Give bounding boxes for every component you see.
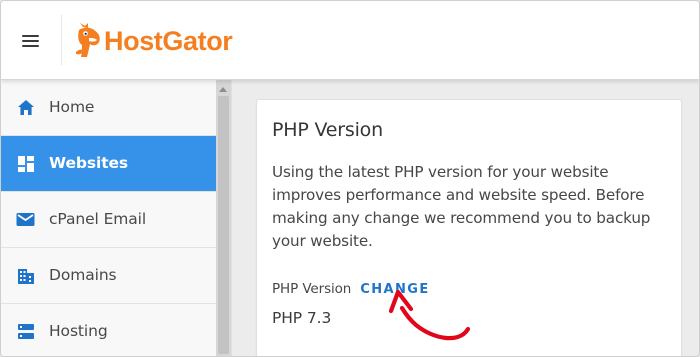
sidebar-item-label: Websites [49, 153, 129, 172]
hamburger-line [22, 35, 39, 37]
hamburger-menu-button[interactable] [19, 28, 47, 52]
php-version-card: PHP Version Using the latest PHP version… [256, 99, 682, 356]
hamburger-line [22, 45, 39, 47]
home-icon [16, 98, 35, 117]
php-version-label: PHP Version [272, 281, 352, 297]
card-title: PHP Version [272, 119, 383, 141]
building-icon [16, 266, 35, 285]
sidebar-item-domains[interactable]: Domains [1, 248, 216, 304]
server-icon [16, 322, 35, 341]
sidebar-nav: Home Websites cPanel Email Domains Hosti… [1, 80, 217, 356]
php-version-row: PHP Version CHANGE [272, 280, 430, 298]
top-header: HostGator [1, 1, 699, 80]
scrollbar-thumb[interactable] [218, 96, 229, 354]
sidebar-item-label: Hosting [49, 321, 108, 340]
hamburger-line [22, 40, 39, 42]
gator-mascot-icon [76, 23, 100, 57]
app-window: HostGator Home Websites cPanel Email Dom… [0, 0, 700, 357]
current-php-version: PHP 7.3 [272, 309, 332, 327]
sidebar-item-label: cPanel Email [49, 209, 147, 228]
sidebar-item-label: Domains [49, 265, 117, 284]
dashboard-icon [16, 154, 35, 173]
header-divider [61, 15, 62, 65]
sidebar-item-label: Home [49, 97, 95, 116]
logo-text: HostGator [104, 25, 233, 56]
sidebar-item-websites[interactable]: Websites [1, 136, 216, 192]
sidebar-item-home[interactable]: Home [1, 80, 216, 136]
sidebar-item-cpanel-email[interactable]: cPanel Email [1, 192, 216, 248]
hostgator-logo[interactable]: HostGator [72, 23, 233, 57]
sidebar-item-hosting[interactable]: Hosting [1, 304, 216, 356]
sidebar-scrollbar[interactable] [216, 80, 232, 356]
scroll-up-arrow-icon[interactable] [219, 87, 227, 92]
card-description: Using the latest PHP version for your we… [272, 163, 651, 250]
mail-icon [16, 210, 35, 229]
change-php-version-link[interactable]: CHANGE [360, 282, 429, 297]
